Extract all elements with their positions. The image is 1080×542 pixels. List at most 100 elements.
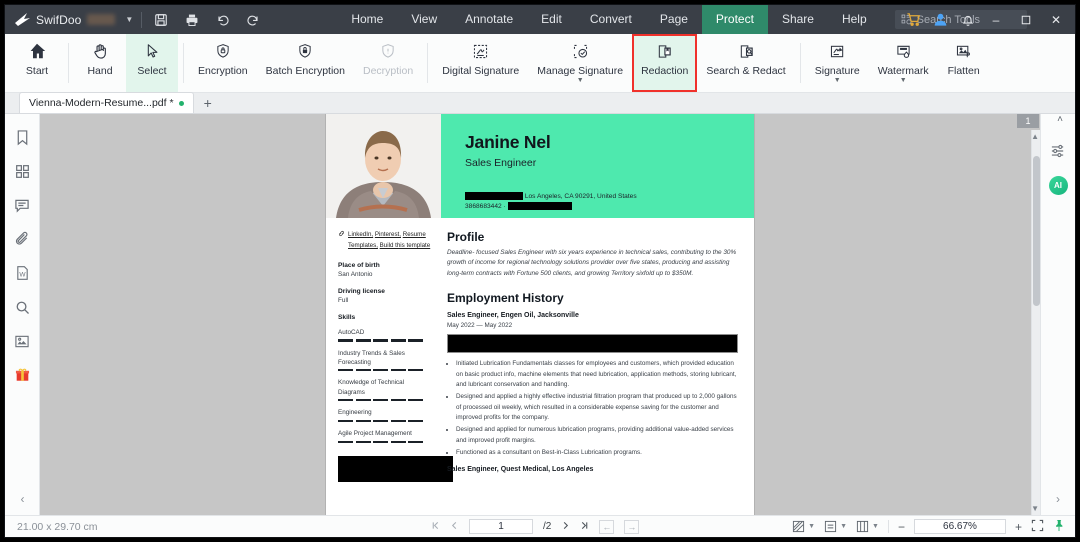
pin-icon[interactable] — [1053, 519, 1065, 535]
last-page-button[interactable] — [580, 521, 589, 533]
chevron-down-icon[interactable]: ▼ — [808, 523, 815, 530]
two-page-button[interactable]: ▼ — [856, 520, 879, 533]
cursor-icon — [143, 36, 161, 62]
ribbon-watermark-button[interactable]: Watermark ▼ — [869, 34, 938, 92]
profile-heading: Profile — [447, 230, 485, 244]
zoom-in-button[interactable]: + — [1015, 520, 1022, 534]
collapse-left-sidebar-button[interactable]: ‹ — [5, 492, 40, 506]
ribbon-select-button[interactable]: Select — [126, 34, 178, 92]
hand-icon — [91, 36, 110, 62]
ribbon-digital-signature-button[interactable]: Digital Signature — [433, 34, 528, 92]
brand[interactable]: SwifDoo ▼ — [5, 12, 133, 27]
scroll-down-icon[interactable]: ▼ — [1031, 504, 1039, 513]
comment-icon[interactable] — [11, 194, 33, 216]
menu-help[interactable]: Help — [828, 5, 881, 34]
list-item: Initiated Lubrication Fundamentals class… — [456, 359, 738, 390]
grid-view-button[interactable]: ▼ — [792, 520, 815, 533]
chevron-down-icon[interactable]: ▼ — [872, 523, 879, 530]
ribbon-signature-button[interactable]: Signature ▼ — [806, 34, 869, 92]
page-number-input[interactable]: 1 — [469, 519, 533, 534]
lock-shield-icon — [214, 36, 232, 62]
zoom-level-input[interactable]: 66.67% — [913, 519, 1006, 534]
ribbon-hand-button[interactable]: Hand — [74, 34, 126, 92]
document-tab-strip: Vienna-Modern-Resume...pdf * + — [5, 92, 1075, 114]
link-build-template[interactable]: Build this template — [380, 242, 431, 249]
bookmark-icon[interactable] — [11, 126, 33, 148]
first-page-button[interactable] — [431, 521, 440, 533]
place-of-birth-heading: Place of birth — [338, 261, 380, 269]
chevron-down-icon[interactable]: ▼ — [834, 77, 841, 84]
expand-right-panel-button[interactable]: › — [1056, 492, 1060, 506]
ribbon-toolbar: Start Hand Select Encryption Batch Encry… — [5, 34, 1075, 93]
account-icon[interactable] — [927, 5, 954, 34]
redaction-block-address — [465, 192, 523, 201]
menu-view[interactable]: View — [397, 5, 451, 34]
cart-icon[interactable] — [900, 5, 927, 34]
stamp-icon[interactable] — [11, 330, 33, 352]
ribbon-encryption-button[interactable]: Encryption — [189, 34, 257, 92]
menu-annotate[interactable]: Annotate — [451, 5, 527, 34]
resume-right-column: Profile Deadline- focused Sales Engineer… — [441, 230, 754, 482]
attachment-icon[interactable] — [11, 228, 33, 250]
link-linkedin[interactable]: LinkedIn, — [348, 231, 373, 238]
two-page-icon — [856, 520, 869, 533]
chevron-down-icon[interactable]: ▼ — [125, 15, 133, 24]
document-tab[interactable]: Vienna-Modern-Resume...pdf * — [19, 92, 194, 113]
link-pinterest[interactable]: Pinterest, — [375, 231, 401, 238]
next-page-button[interactable] — [561, 521, 570, 533]
previous-page-button[interactable] — [450, 521, 459, 533]
gift-icon[interactable] — [11, 364, 33, 386]
quick-access-toolbar — [152, 11, 262, 28]
ribbon-manage-signature-button[interactable]: Manage Signature ▼ — [528, 34, 632, 92]
svg-text:W: W — [19, 271, 26, 278]
menu-share[interactable]: Share — [768, 5, 828, 34]
close-button[interactable]: ✕ — [1041, 5, 1071, 34]
minimize-button[interactable]: – — [981, 5, 1011, 34]
new-tab-button[interactable]: + — [194, 94, 222, 113]
ribbon-batch-encryption-button[interactable]: Batch Encryption — [257, 34, 354, 92]
zoom-out-button[interactable]: − — [898, 520, 905, 534]
document-canvas[interactable]: Janine Nel Sales Engineer Los Angeles, C… — [40, 114, 1040, 515]
scrollbar-thumb[interactable] — [1033, 156, 1040, 306]
collapse-ribbon-chevron-icon[interactable]: ˄ — [1057, 114, 1063, 125]
save-icon[interactable] — [152, 11, 169, 28]
list-item: Designed and applied a highly effective … — [456, 392, 738, 423]
fullscreen-icon[interactable] — [1031, 519, 1044, 535]
sliders-icon[interactable] — [1047, 140, 1069, 162]
digital-signature-icon — [471, 36, 490, 62]
manage-signature-icon — [571, 36, 590, 62]
print-icon[interactable] — [183, 11, 200, 28]
skill-rating — [338, 339, 432, 342]
word-icon[interactable]: W — [11, 262, 33, 284]
chevron-down-icon[interactable]: ▼ — [840, 523, 847, 530]
ribbon-start-button[interactable]: Start — [11, 34, 63, 92]
menu-home[interactable]: Home — [337, 5, 397, 34]
document-tab-label: Vienna-Modern-Resume...pdf * — [29, 97, 174, 109]
redo-icon[interactable] — [245, 11, 262, 28]
unlock-shield-icon — [379, 36, 397, 62]
single-page-button[interactable]: ▼ — [824, 520, 847, 533]
menu-convert[interactable]: Convert — [576, 5, 646, 34]
thumbnails-icon[interactable] — [11, 160, 33, 182]
menu-page[interactable]: Page — [646, 5, 702, 34]
vertical-scrollbar[interactable]: ▲ ▼ — [1031, 130, 1040, 515]
ribbon-redaction-button[interactable]: Redaction — [632, 34, 698, 92]
menu-edit[interactable]: Edit — [527, 5, 576, 34]
search-icon[interactable] — [11, 296, 33, 318]
maximize-button[interactable] — [1011, 5, 1041, 34]
undo-icon[interactable] — [214, 11, 231, 28]
chevron-down-icon[interactable]: ▼ — [900, 77, 907, 84]
divider — [183, 43, 184, 83]
ai-assistant-button[interactable]: AI — [1048, 176, 1068, 195]
navigate-forward-button[interactable]: → — [624, 519, 640, 534]
ribbon-search-redact-button[interactable]: Search & Redact — [697, 34, 794, 92]
chevron-down-icon[interactable]: ▼ — [577, 77, 584, 84]
title-bar: SwifDoo ▼ Home View Annotate Edit Conver… — [5, 5, 1075, 34]
menu-protect[interactable]: Protect — [701, 5, 768, 34]
job-bullets: Initiated Lubrication Fundamentals class… — [447, 359, 738, 458]
bell-icon[interactable] — [954, 5, 981, 34]
scroll-up-icon[interactable]: ▲ — [1031, 132, 1039, 141]
work-area: W ‹ Janine Nel Sales Engineer Los Angele… — [5, 114, 1075, 515]
navigate-back-button[interactable]: ← — [599, 519, 615, 534]
ribbon-flatten-button[interactable]: Flatten — [938, 34, 990, 92]
